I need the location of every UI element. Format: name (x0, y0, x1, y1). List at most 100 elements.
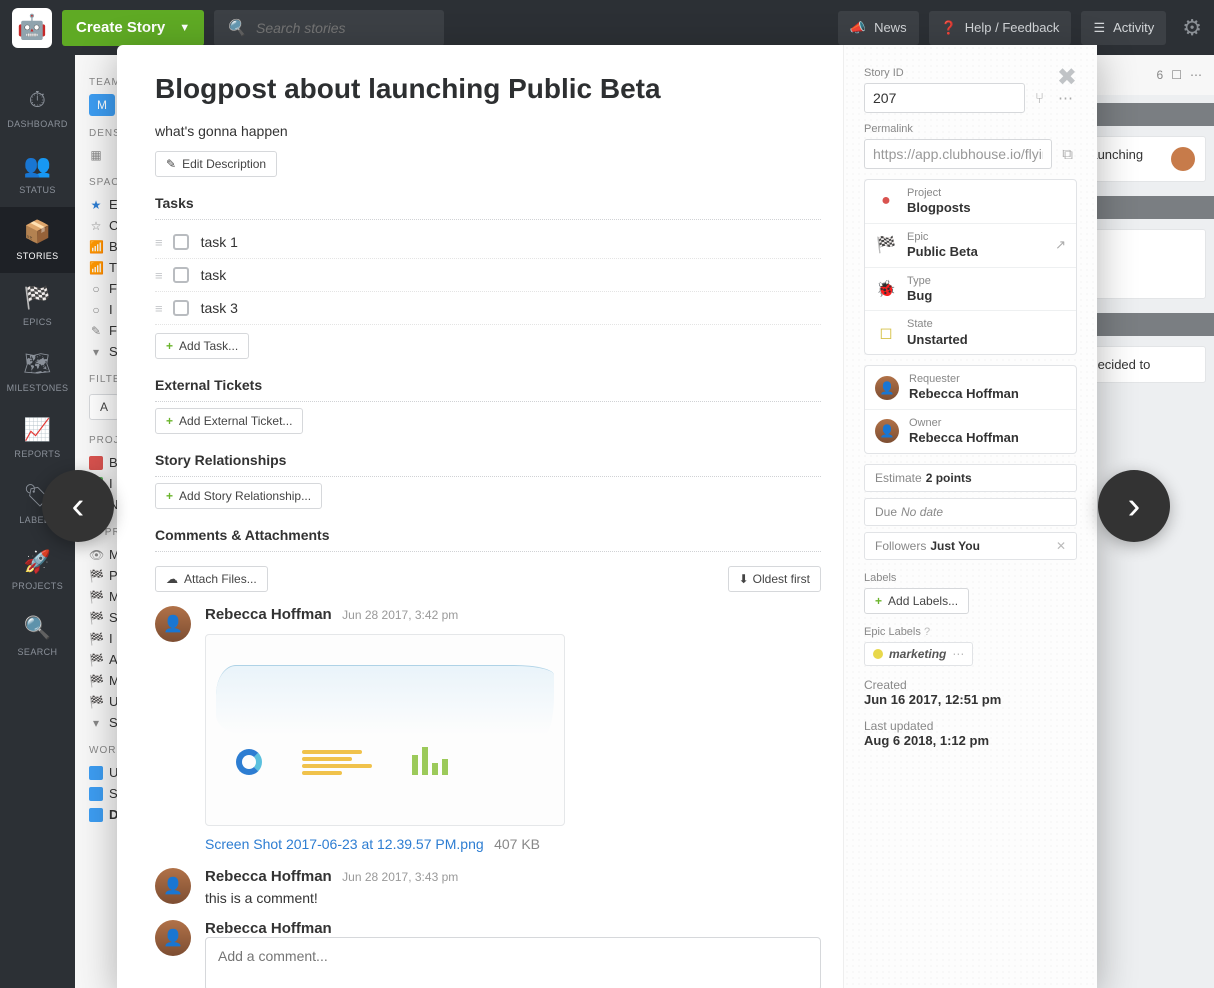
avatar: 👤 (155, 868, 191, 904)
checkbox-icon[interactable] (89, 456, 103, 470)
sidebar-item-search[interactable]: 🔍SEARCH (0, 603, 75, 669)
prev-story-arrow[interactable]: ‹ (42, 470, 114, 542)
modal-sidebar: ✖ Story ID ⑂ ⋯ Permalink ⧉ ● ProjectBlog… (843, 45, 1097, 988)
label-color-dot (873, 649, 883, 659)
help-button[interactable]: ❓ Help / Feedback (929, 11, 1072, 45)
square-icon[interactable]: ☐ (1171, 68, 1182, 82)
created-label: Created (864, 678, 1077, 692)
epic-labels-label: Epic Labels ? (864, 626, 1077, 638)
task-row: ≡ task 1 (155, 226, 821, 259)
task-text[interactable]: task 1 (201, 234, 238, 250)
state-row[interactable]: ◻ StateUnstarted (865, 311, 1076, 354)
checkbox-icon[interactable] (89, 787, 103, 801)
search-input[interactable] (256, 20, 432, 36)
team-pill[interactable]: M (89, 94, 115, 116)
drag-handle-icon[interactable]: ≡ (155, 268, 161, 283)
sidebar-item-milestones[interactable]: 🗺MILESTONES (0, 339, 75, 405)
create-story-button[interactable]: Create Story ▼ (62, 10, 204, 46)
search-icon: 🔍 (0, 615, 75, 641)
attachment-preview[interactable] (205, 634, 565, 826)
task-checkbox[interactable] (173, 267, 189, 283)
epic-label-chip[interactable]: marketing ⋯ (864, 642, 973, 666)
sort-oldest-button[interactable]: ⬇ Oldest first (728, 566, 821, 592)
task-text[interactable]: task 3 (201, 300, 238, 316)
activity-button[interactable]: ☰ Activity (1081, 11, 1166, 45)
story-description: what's gonna happen (155, 123, 821, 139)
comments-heading: Comments & Attachments (155, 527, 821, 543)
permalink-input[interactable] (864, 139, 1052, 169)
add-external-ticket-button[interactable]: + Add External Ticket... (155, 408, 303, 434)
gear-icon[interactable]: ⚙ (1182, 15, 1202, 41)
external-link-icon[interactable]: ↗ (1055, 237, 1066, 253)
state-icon: ◻ (875, 322, 897, 344)
sidebar-item-reports[interactable]: 📈REPORTS (0, 405, 75, 471)
search-box[interactable]: 🔍 (214, 10, 444, 46)
new-comment: 👤 Rebecca Hoffman (155, 920, 821, 988)
updated-label: Last updated (864, 719, 1077, 733)
epic-row[interactable]: 🏁 EpicPublic Beta ↗ (865, 224, 1076, 268)
comment-author: Rebecca Hoffman (205, 606, 332, 623)
comment-timestamp: Jun 28 2017, 3:43 pm (342, 870, 458, 884)
remove-icon[interactable]: ✕ (1056, 539, 1066, 553)
owner-row[interactable]: 👤 OwnerRebecca Hoffman (865, 410, 1076, 453)
story-id-input[interactable] (864, 83, 1025, 113)
search-icon: 🔍 (226, 18, 246, 38)
updated-value: Aug 6 2018, 1:12 pm (864, 733, 1077, 748)
app-logo[interactable]: 🤖 (12, 8, 52, 48)
comment-text: this is a comment! (205, 890, 821, 906)
modal-main: Blogpost about launching Public Beta wha… (117, 45, 843, 988)
list-icon: ☰ (1093, 20, 1105, 36)
add-relationship-button[interactable]: + Add Story Relationship... (155, 483, 322, 509)
arrow-down-icon: ⬇ (739, 572, 749, 586)
sidebar-item-stories[interactable]: 📦STORIES (0, 207, 75, 273)
plus-icon: + (166, 489, 173, 503)
due-row[interactable]: Due No date (864, 498, 1077, 526)
comment-timestamp: Jun 28 2017, 3:42 pm (342, 608, 458, 622)
edit-description-button[interactable]: ✎ Edit Description (155, 151, 277, 177)
type-row[interactable]: 🐞 TypeBug (865, 268, 1076, 312)
ellipsis-icon[interactable]: ⋯ (1190, 68, 1202, 82)
task-checkbox[interactable] (173, 234, 189, 250)
task-row: ≡ task 3 (155, 292, 821, 325)
close-icon[interactable]: ✖ (1057, 63, 1077, 92)
attachment-filename[interactable]: Screen Shot 2017-06-23 at 12.39.57 PM.pn… (205, 836, 484, 852)
ellipsis-icon[interactable]: ⋯ (952, 647, 964, 661)
add-labels-button[interactable]: + Add Labels... (864, 588, 969, 614)
checkbox-icon[interactable] (89, 766, 103, 780)
drag-handle-icon[interactable]: ≡ (155, 235, 161, 250)
cloud-icon: ☁ (166, 572, 178, 586)
checkbox-icon[interactable] (89, 808, 103, 822)
requester-row[interactable]: 👤 RequesterRebecca Hoffman (865, 366, 1076, 410)
sidebar-item-projects[interactable]: 🚀PROJECTS (0, 537, 75, 603)
density-icon[interactable]: ▦ (89, 148, 103, 162)
drag-handle-icon[interactable]: ≡ (155, 301, 161, 316)
copy-icon[interactable]: ⧉ (1058, 142, 1077, 167)
plus-icon: + (875, 594, 882, 608)
project-row[interactable]: ● ProjectBlogposts (865, 180, 1076, 224)
attach-files-button[interactable]: ☁ Attach Files... (155, 566, 268, 592)
story-title[interactable]: Blogpost about launching Public Beta (155, 73, 821, 105)
comment-input[interactable] (205, 937, 821, 988)
task-text[interactable]: task (201, 267, 227, 283)
flag-icon: 🏁 (0, 285, 75, 311)
help-icon[interactable]: ? (924, 626, 930, 638)
followers-row[interactable]: Followers Just You ✕ (864, 532, 1077, 560)
estimate-row[interactable]: Estimate 2 points (864, 464, 1077, 492)
news-button[interactable]: 📣 News (838, 11, 919, 45)
task-checkbox[interactable] (173, 300, 189, 316)
sidebar-item-dashboard[interactable]: ⏱DASHBOARD (0, 75, 75, 141)
comment-author: Rebecca Hoffman (205, 868, 332, 885)
branch-icon[interactable]: ⑂ (1031, 86, 1048, 111)
task-row: ≡ task (155, 259, 821, 292)
bullhorn-icon: 📣 (850, 20, 866, 36)
avatar: 👤 (875, 376, 899, 400)
labels-label: Labels (864, 572, 1077, 584)
sidebar-item-status[interactable]: 👥STATUS (0, 141, 75, 207)
sidebar-item-epics[interactable]: 🏁EPICS (0, 273, 75, 339)
next-story-arrow[interactable]: › (1098, 470, 1170, 542)
comment: 👤 Rebecca Hoffman Jun 28 2017, 3:43 pm t… (155, 868, 821, 906)
plus-icon: + (166, 414, 173, 428)
filter-all[interactable]: A (89, 394, 119, 420)
avatar: 👤 (155, 606, 191, 642)
add-task-button[interactable]: + Add Task... (155, 333, 249, 359)
